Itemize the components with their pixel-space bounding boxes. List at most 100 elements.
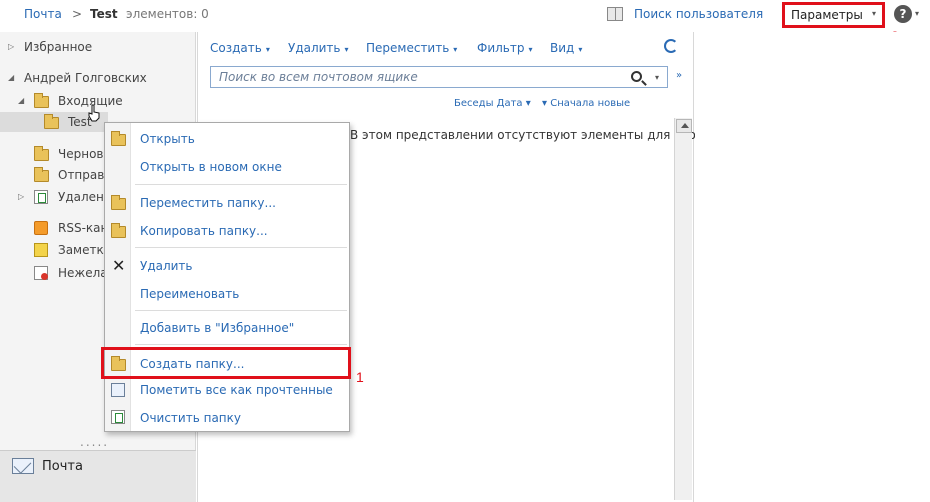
open-folder-icon bbox=[111, 131, 126, 146]
chevron-down-icon: ▾ bbox=[542, 98, 548, 109]
menu-item-label: Удалить bbox=[140, 259, 193, 273]
menu-separator bbox=[135, 184, 347, 185]
scroll-up-arrow-icon[interactable] bbox=[676, 119, 692, 133]
address-book-icon[interactable] bbox=[607, 7, 623, 21]
expand-arrow-icon[interactable]: ▷ bbox=[18, 192, 24, 201]
menu-item-open[interactable]: Открыть bbox=[105, 127, 349, 151]
inbox-folder-icon bbox=[34, 93, 49, 108]
menu-item-rename[interactable]: Переименовать bbox=[105, 282, 349, 306]
chevron-down-icon: ▾ bbox=[453, 45, 458, 54]
people-search-link[interactable]: Поиск пользователя bbox=[634, 7, 763, 21]
folder-label: Черновики bbox=[58, 147, 104, 161]
menu-item-label: Переименовать bbox=[140, 287, 240, 301]
collapse-arrow-icon[interactable]: ◢ bbox=[8, 73, 14, 82]
favorites-section[interactable]: ▷ Избранное bbox=[0, 38, 196, 58]
collapse-arrow-icon[interactable]: ◢ bbox=[18, 96, 24, 105]
folder-label: Отправленные bbox=[58, 168, 104, 182]
help-icon[interactable]: ? bbox=[894, 5, 912, 23]
reading-pane bbox=[695, 32, 930, 502]
mail-envelope-icon bbox=[12, 458, 34, 474]
chevron-down-icon[interactable]: ▾ bbox=[655, 73, 659, 82]
move-folder-icon bbox=[111, 195, 126, 210]
filter-label: Фильтр bbox=[477, 41, 525, 55]
hand-cursor-icon bbox=[88, 104, 100, 122]
empty-folder-icon bbox=[111, 410, 125, 424]
create-button[interactable]: Создать ▾ bbox=[210, 41, 270, 55]
expand-arrow-icon[interactable]: ▷ bbox=[8, 42, 14, 51]
menu-item-empty-folder[interactable]: Очистить папку bbox=[105, 406, 349, 430]
notes-icon bbox=[34, 243, 48, 257]
deleted-folder-icon bbox=[34, 190, 48, 204]
search-placeholder: Поиск во всем почтовом ящике bbox=[219, 70, 418, 84]
menu-item-label: Переместить папку... bbox=[140, 196, 276, 210]
menu-item-delete[interactable]: ✕ Удалить bbox=[105, 254, 349, 278]
folder-sent[interactable]: Отправленные bbox=[0, 166, 104, 186]
folder-notes[interactable]: Заметки bbox=[0, 241, 104, 261]
sort-by-label: Беседы Дата bbox=[454, 98, 523, 109]
delete-label: Удалить bbox=[288, 41, 341, 55]
move-button[interactable]: Переместить ▾ bbox=[366, 41, 457, 55]
folder-context-menu: Открыть Открыть в новом окне Переместить… bbox=[104, 122, 350, 432]
chevron-down-icon: ▾ bbox=[578, 45, 583, 54]
search-icon[interactable] bbox=[631, 71, 642, 82]
annotation-badge-1: 1 bbox=[356, 369, 364, 385]
annotation-highlight-box bbox=[101, 347, 351, 379]
chevron-down-icon[interactable]: ▾ bbox=[915, 9, 919, 18]
menu-item-move-folder[interactable]: Переместить папку... bbox=[105, 191, 349, 215]
delete-button[interactable]: Удалить ▾ bbox=[288, 41, 349, 55]
sort-order-link[interactable]: ▾ Сначала новые bbox=[542, 98, 630, 109]
top-bar: Почта > Test элементов: 0 Поиск пользова… bbox=[0, 0, 930, 32]
view-button[interactable]: Вид ▾ bbox=[550, 41, 582, 55]
folder-rss[interactable]: RSS-каналы bbox=[0, 219, 104, 239]
chevron-down-icon: ▾ bbox=[344, 45, 349, 54]
account-node[interactable]: ◢ Андрей Голговских bbox=[0, 69, 196, 89]
folder-deleted[interactable]: ▷ Удаленные bbox=[0, 188, 104, 208]
nav-mail-label: Почта bbox=[42, 459, 83, 474]
options-label: Параметры bbox=[791, 8, 863, 22]
folder-junk[interactable]: Нежелательная почта bbox=[0, 264, 104, 284]
nav-mail[interactable]: Почта bbox=[0, 450, 196, 502]
chevron-down-icon: ▾ bbox=[872, 9, 877, 18]
menu-separator bbox=[135, 247, 347, 248]
favorites-label: Избранное bbox=[24, 40, 93, 54]
options-button[interactable]: Параметры ▾ bbox=[782, 2, 885, 28]
menu-item-label: Очистить папку bbox=[140, 411, 241, 425]
chevron-down-icon: ▾ bbox=[525, 98, 531, 109]
menu-item-add-favorites[interactable]: Добавить в "Избранное" bbox=[105, 316, 349, 340]
sync-icon[interactable] bbox=[664, 39, 678, 53]
menu-separator bbox=[135, 310, 347, 311]
chevron-down-icon: ▾ bbox=[528, 45, 533, 54]
breadcrumb-folder: Test bbox=[90, 7, 118, 21]
filter-button[interactable]: Фильтр ▾ bbox=[477, 41, 533, 55]
menu-item-label: Копировать папку... bbox=[140, 224, 268, 238]
folder-icon bbox=[44, 114, 59, 129]
breadcrumb-home[interactable]: Почта bbox=[24, 7, 62, 21]
rss-icon bbox=[34, 221, 48, 235]
chevron-down-icon: ▾ bbox=[265, 45, 270, 54]
sort-by-link[interactable]: Беседы Дата ▾ bbox=[454, 98, 531, 109]
sent-folder-icon bbox=[34, 167, 49, 182]
folder-drafts[interactable]: Черновики bbox=[0, 145, 104, 165]
create-label: Создать bbox=[210, 41, 262, 55]
folder-label: Удаленные bbox=[58, 190, 104, 204]
menu-separator bbox=[135, 344, 347, 345]
more-dots[interactable]: ..... bbox=[80, 435, 109, 449]
menu-item-label: Открыть bbox=[140, 132, 195, 146]
expand-search-icon[interactable]: » bbox=[676, 70, 682, 81]
vertical-scrollbar[interactable] bbox=[674, 118, 692, 500]
mark-read-icon bbox=[111, 383, 125, 397]
folder-label: Заметки bbox=[58, 243, 104, 257]
breadcrumb-separator: > bbox=[72, 7, 83, 21]
view-label: Вид bbox=[550, 41, 575, 55]
folder-label: Нежелательная почта bbox=[58, 266, 104, 280]
menu-item-mark-all-read[interactable]: Пометить все как прочтенные bbox=[105, 378, 349, 402]
junk-icon bbox=[34, 266, 48, 280]
menu-item-label: Пометить все как прочтенные bbox=[140, 383, 333, 397]
menu-item-copy-folder[interactable]: Копировать папку... bbox=[105, 219, 349, 243]
menu-item-open-new-window[interactable]: Открыть в новом окне bbox=[105, 155, 349, 179]
menu-item-label: Открыть в новом окне bbox=[140, 160, 282, 174]
search-input[interactable]: Поиск во всем почтовом ящике ▾ bbox=[210, 66, 668, 88]
sort-order-label: Сначала новые bbox=[550, 98, 631, 109]
item-count: элементов: 0 bbox=[126, 7, 209, 21]
copy-folder-icon bbox=[111, 223, 126, 238]
